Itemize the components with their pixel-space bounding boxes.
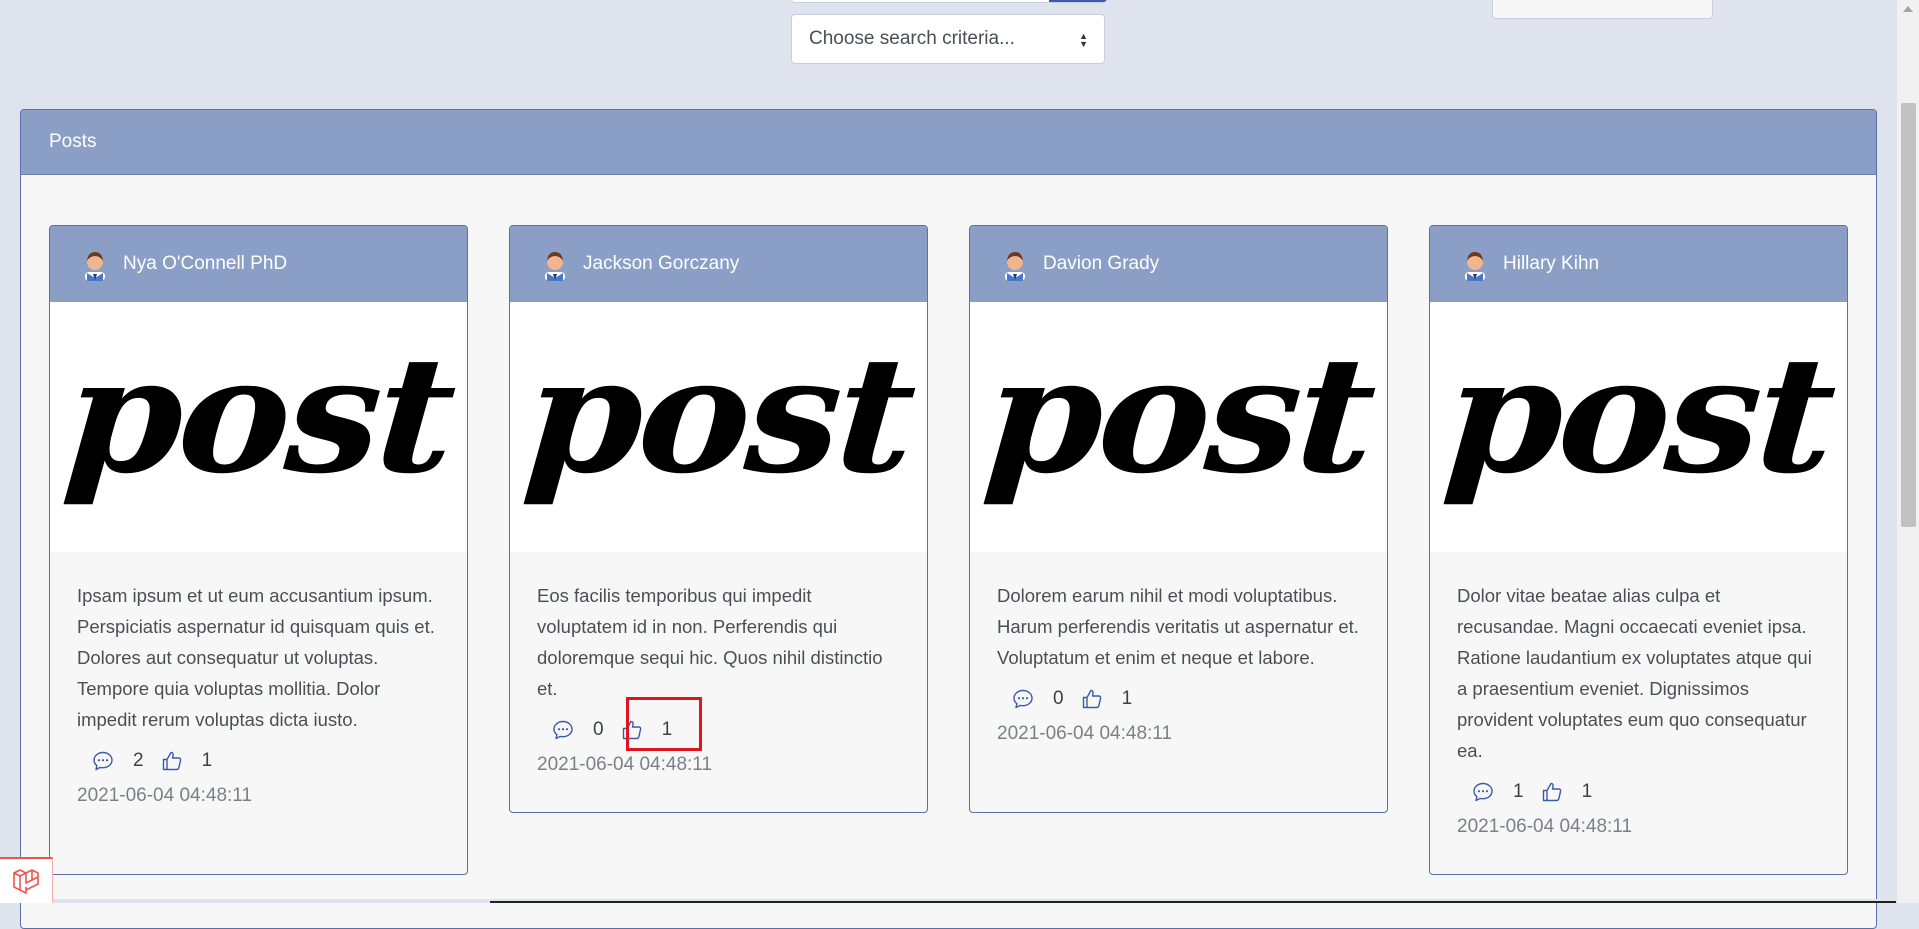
post-author-name[interactable]: Davion Grady: [1043, 253, 1159, 275]
post-stats: 1 1: [1457, 772, 1820, 812]
post-card[interactable]: Jackson Gorczany post Eos facilis tempor…: [509, 225, 928, 813]
post-image[interactable]: post: [1430, 302, 1847, 552]
comment-icon[interactable]: [551, 718, 575, 742]
user-avatar-icon: [538, 247, 572, 281]
post-image-text: post: [59, 321, 458, 509]
post-timestamp: 2021-06-04 04:48:11: [1457, 816, 1633, 837]
like-count: 1: [1581, 781, 1593, 802]
post-body-text: Ipsam ipsum et ut eum accusantium ipsum.…: [77, 585, 435, 730]
post-timestamp: 2021-06-04 04:48:11: [997, 723, 1173, 744]
user-avatar-icon: [78, 247, 112, 281]
post-image[interactable]: post: [970, 302, 1387, 552]
post-card-body: Dolor vitae beatae alias culpa et recusa…: [1430, 552, 1847, 860]
thumbs-up-icon[interactable]: [160, 749, 184, 773]
comment-count: 0: [593, 719, 604, 740]
vertical-scrollbar[interactable]: [1897, 0, 1919, 903]
post-image-text: post: [979, 321, 1378, 509]
post-card[interactable]: Davion Grady post Dolorem earum nihil et…: [969, 225, 1388, 813]
comment-icon[interactable]: [91, 749, 115, 773]
post-body-text: Dolorem earum nihil et modi voluptatibus…: [997, 585, 1359, 668]
like-count: 1: [201, 750, 213, 771]
post-image-text: post: [1439, 321, 1838, 509]
post-timestamp: 2021-06-04 04:48:11: [77, 785, 253, 806]
post-author-name[interactable]: Jackson Gorczany: [583, 253, 739, 275]
post-timestamp: 2021-06-04 04:48:11: [537, 754, 713, 775]
search-button[interactable]: [1049, 0, 1107, 2]
comment-icon[interactable]: [1471, 780, 1495, 804]
user-avatar-icon: [1458, 247, 1492, 281]
laravel-debugbar-badge[interactable]: [0, 857, 53, 903]
comment-count: 2: [133, 750, 144, 771]
post-card-header: Nya O'Connell PhD: [50, 226, 467, 302]
thumbs-up-icon[interactable]: [1080, 687, 1104, 711]
post-card-header: Jackson Gorczany: [510, 226, 927, 302]
post-card-body: Dolorem earum nihil et modi voluptatibus…: [970, 552, 1387, 767]
posts-panel-header: Posts: [21, 110, 1876, 175]
laravel-logo-icon: [13, 869, 39, 894]
post-card-header: Hillary Kihn: [1430, 226, 1847, 302]
posts-panel-title: Posts: [49, 131, 97, 152]
scroll-up-arrow-icon[interactable]: [1903, 6, 1913, 12]
like-highlight-box: [626, 697, 702, 751]
select-caret-icon: ▲ ▼: [1079, 31, 1088, 49]
search-criteria-select[interactable]: Choose search criteria... ▲ ▼: [791, 14, 1105, 64]
post-stats: 0 1: [537, 710, 900, 750]
post-card[interactable]: Nya O'Connell PhD post Ipsam ipsum et ut…: [49, 225, 468, 875]
post-image[interactable]: post: [510, 302, 927, 552]
post-card-header: Davion Grady: [970, 226, 1387, 302]
search-input-bottom-edge[interactable]: [791, 0, 1107, 3]
post-card[interactable]: Hillary Kihn post Dolor vitae beatae ali…: [1429, 225, 1848, 875]
post-stats: 0 1: [997, 679, 1360, 719]
comment-count: 1: [1513, 781, 1524, 802]
comment-count: 0: [1053, 688, 1064, 709]
post-author-name[interactable]: Nya O'Connell PhD: [123, 253, 287, 275]
post-stats: 2 1: [77, 741, 440, 781]
like-count: 1: [1121, 688, 1133, 709]
comment-icon[interactable]: [1011, 687, 1035, 711]
post-body-text: Dolor vitae beatae alias culpa et recusa…: [1457, 585, 1812, 761]
post-author-name[interactable]: Hillary Kihn: [1503, 253, 1599, 275]
post-card-body: Eos facilis temporibus qui impedit volup…: [510, 552, 927, 798]
post-image[interactable]: post: [50, 302, 467, 552]
post-body-text: Eos facilis temporibus qui impedit volup…: [537, 585, 883, 699]
post-card-body: Ipsam ipsum et ut eum accusantium ipsum.…: [50, 552, 467, 829]
post-image-text: post: [519, 321, 918, 509]
thumbs-up-icon[interactable]: [1540, 780, 1564, 804]
search-criteria-label: Choose search criteria...: [809, 28, 1015, 49]
dropdown-panel-bottom-edge: [1492, 0, 1713, 19]
scrollbar-thumb[interactable]: [1901, 103, 1916, 527]
user-avatar-icon: [998, 247, 1032, 281]
